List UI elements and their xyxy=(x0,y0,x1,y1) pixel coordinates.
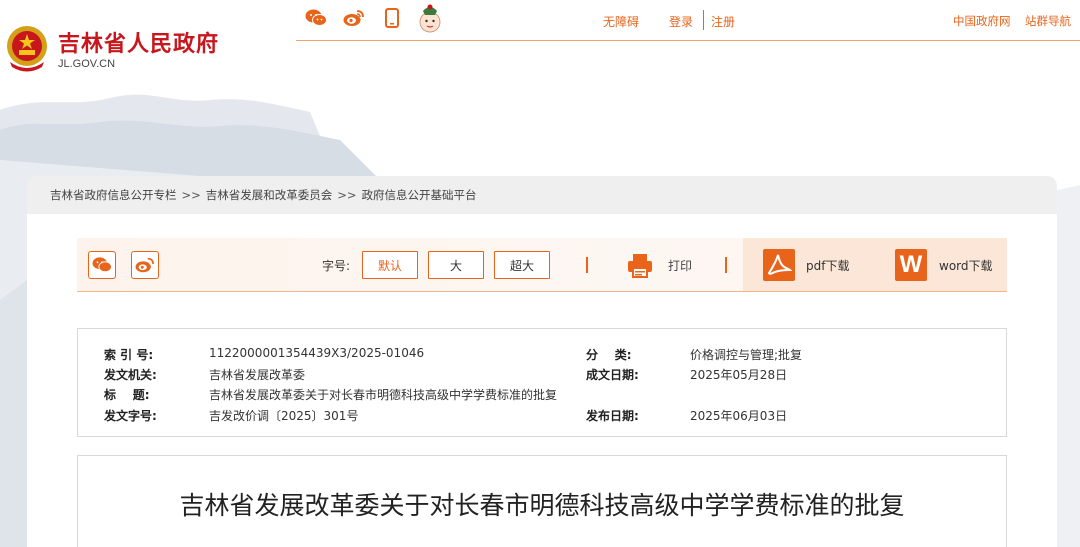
doc-number-label: 发文字号: xyxy=(104,409,157,423)
index-label: 索 引 号: xyxy=(104,348,154,362)
top-link-divider xyxy=(703,10,704,30)
pdf-download-button[interactable]: pdf下载 xyxy=(806,257,849,274)
doc-number-value: 吉发改价调〔2025〕301号 xyxy=(209,409,359,423)
article-container: 吉林省发展改革委关于对长春市明德科技高级中学学费标准的批复 xyxy=(77,455,1007,547)
mascot-icon[interactable] xyxy=(418,4,442,33)
category-value: 价格调控与管理;批复 xyxy=(690,348,803,362)
share-weibo-icon[interactable] xyxy=(131,251,159,279)
mobile-icon[interactable] xyxy=(380,6,404,30)
title-value: 吉林省发展改革委关于对长春市明德科技高级中学学费标准的批复 xyxy=(209,388,558,402)
weibo-icon[interactable] xyxy=(342,6,366,30)
login-link[interactable]: 登录 xyxy=(669,13,693,30)
published-date-label: 发布日期: xyxy=(586,409,639,423)
font-size-xlarge-button[interactable]: 超大 xyxy=(494,251,550,279)
site-nav-link[interactable]: 站群导航 xyxy=(1025,13,1071,29)
word-download-button[interactable]: word下载 xyxy=(939,257,993,274)
site-title[interactable]: 吉林省人民政府 xyxy=(58,26,219,58)
breadcrumb-item[interactable]: 政府信息公开基础平台 xyxy=(362,187,477,203)
word-icon[interactable]: W xyxy=(895,249,927,281)
article-title: 吉林省发展改革委关于对长春市明德科技高级中学学费标准的批复 xyxy=(179,491,905,520)
font-size-default-button[interactable]: 默认 xyxy=(362,251,418,279)
printer-icon[interactable] xyxy=(626,251,654,279)
register-link[interactable]: 注册 xyxy=(711,13,735,30)
breadcrumb-item[interactable]: 吉林省发展和改革委员会 xyxy=(206,187,333,203)
toolbar-divider xyxy=(586,257,588,273)
created-date-value: 2025年05月28日 xyxy=(690,368,788,382)
header-divider xyxy=(296,40,1080,41)
font-size-large-button[interactable]: 大 xyxy=(428,251,484,279)
document-meta: 索 引 号: 1122000001354439X3/2025-01046 分 类… xyxy=(77,328,1007,437)
breadcrumb: 吉林省政府信息公开专栏 >> 吉林省发展和改革委员会 >> 政府信息公开基础平台 xyxy=(27,176,1057,214)
top-social-icons xyxy=(304,4,442,33)
issuer-label: 发文机关: xyxy=(104,368,157,382)
breadcrumb-item[interactable]: 吉林省政府信息公开专栏 xyxy=(50,187,177,203)
category-label: 分 类: xyxy=(586,348,632,362)
wechat-icon[interactable] xyxy=(304,6,328,30)
article-toolbar: 字号: 默认 大 超大 打印 pdf下载 W word下载 xyxy=(77,238,1007,292)
published-date-value: 2025年06月03日 xyxy=(690,409,788,423)
pdf-icon[interactable] xyxy=(763,249,795,281)
breadcrumb-separator: >> xyxy=(337,188,357,202)
china-gov-link[interactable]: 中国政府网 xyxy=(953,13,1011,29)
font-size-label: 字号: xyxy=(322,259,351,273)
print-button[interactable]: 打印 xyxy=(668,257,692,274)
accessibility-link[interactable]: 无障碍 xyxy=(603,13,639,30)
toolbar-divider xyxy=(725,257,727,273)
index-value: 1122000001354439X3/2025-01046 xyxy=(209,346,425,360)
breadcrumb-separator: >> xyxy=(181,188,201,202)
title-label: 标 题: xyxy=(104,388,150,402)
issuer-value: 吉林省发展改革委 xyxy=(209,368,306,382)
created-date-label: 成文日期: xyxy=(586,368,639,382)
share-wechat-icon[interactable] xyxy=(88,251,116,279)
national-emblem-icon xyxy=(7,26,47,72)
site-domain: JL.GOV.CN xyxy=(58,58,116,70)
